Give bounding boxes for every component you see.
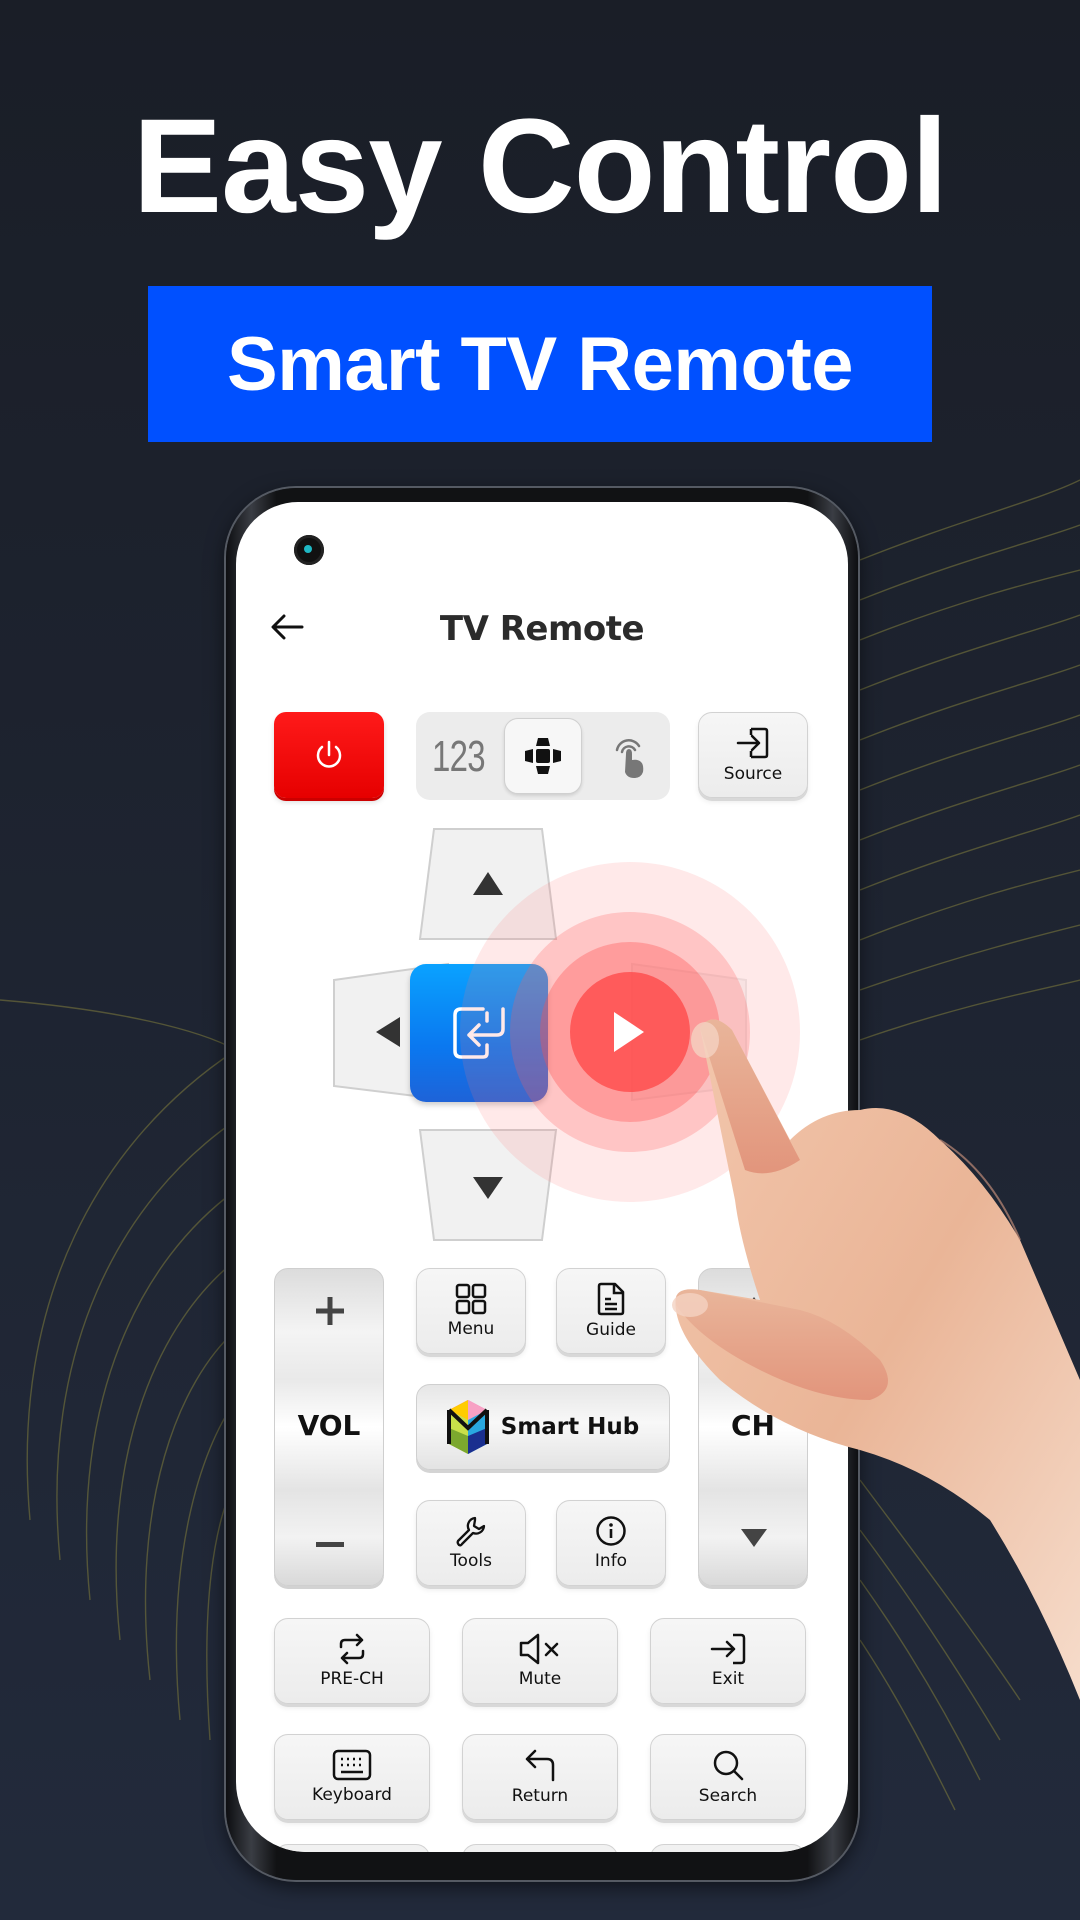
keyboard-label: Keyboard xyxy=(312,1785,392,1805)
pre-ch-label: PRE-CH xyxy=(320,1669,384,1689)
info-label: Info xyxy=(594,1551,628,1571)
mode-numpad-tab[interactable]: 123 xyxy=(432,732,486,782)
channel-down-button[interactable] xyxy=(699,1485,807,1585)
source-label: Source xyxy=(723,764,783,784)
guide-label: Guide xyxy=(586,1320,636,1340)
page-title: TV Remote xyxy=(439,609,645,649)
return-icon xyxy=(525,1749,555,1782)
info-button[interactable]: Info xyxy=(556,1500,666,1586)
phone-screen: TV Remote 123 Source VOL CH Menu Guide S… xyxy=(236,502,848,1852)
triangle-down-icon xyxy=(741,1529,767,1547)
promo-headline: Easy Control xyxy=(132,92,949,241)
promo-banner: Smart TV Remote xyxy=(148,286,932,442)
tools-button[interactable]: Tools xyxy=(416,1500,526,1586)
enter-icon xyxy=(453,1007,505,1059)
keyboard-icon xyxy=(332,1749,372,1781)
power-button[interactable] xyxy=(274,712,384,798)
volume-label: VOL xyxy=(297,1409,361,1442)
promo-banner-text: Smart TV Remote xyxy=(227,321,854,407)
touch-icon xyxy=(615,739,644,778)
info-icon xyxy=(596,1516,626,1546)
document-icon xyxy=(597,1282,625,1316)
return-button[interactable]: Return xyxy=(462,1734,618,1820)
smart-hub-label: Smart Hub xyxy=(500,1414,640,1440)
source-button[interactable]: Source xyxy=(698,712,808,798)
search-icon xyxy=(713,1750,744,1781)
smart-hub-logo-icon xyxy=(446,1400,489,1454)
plus-icon xyxy=(316,1297,344,1325)
return-label: Return xyxy=(511,1786,569,1806)
volume-up-button[interactable] xyxy=(275,1269,383,1369)
mute-icon xyxy=(519,1633,559,1665)
exit-icon xyxy=(710,1633,746,1665)
exit-button[interactable]: Exit xyxy=(650,1618,806,1704)
swap-icon xyxy=(339,1633,365,1665)
guide-button[interactable]: Guide xyxy=(556,1268,666,1354)
volume-down-button[interactable] xyxy=(275,1485,383,1585)
next-row-peek xyxy=(274,1844,808,1852)
mode-dpad-tab[interactable] xyxy=(504,718,582,794)
menu-button[interactable]: Menu xyxy=(416,1268,526,1354)
wrench-icon xyxy=(456,1516,486,1547)
exit-label: Exit xyxy=(711,1669,745,1689)
ok-enter-button[interactable] xyxy=(410,964,548,1102)
dpad-up-button[interactable] xyxy=(418,827,558,942)
search-button[interactable]: Search xyxy=(650,1734,806,1820)
channel-label: CH xyxy=(731,1409,775,1442)
channel-rocker: CH xyxy=(698,1268,808,1586)
pre-ch-button[interactable]: PRE-CH xyxy=(274,1618,430,1704)
triangle-up-icon xyxy=(741,1297,767,1315)
triangle-right-icon xyxy=(614,1012,644,1052)
mode-touchpad-tab[interactable] xyxy=(608,732,652,780)
smart-hub-button[interactable]: Smart Hub xyxy=(416,1384,670,1470)
channel-up-button[interactable] xyxy=(699,1269,807,1369)
dpad-icon xyxy=(525,738,561,774)
tools-label: Tools xyxy=(450,1551,492,1571)
mute-label: Mute xyxy=(518,1669,562,1689)
source-icon xyxy=(736,727,769,759)
mute-button[interactable]: Mute xyxy=(462,1618,618,1704)
input-mode-selector: 123 xyxy=(416,712,670,800)
search-label: Search xyxy=(698,1786,758,1806)
keyboard-button[interactable]: Keyboard xyxy=(274,1734,430,1820)
app-bar: TV Remote xyxy=(236,597,848,657)
volume-rocker: VOL xyxy=(274,1268,384,1586)
minus-icon xyxy=(316,1542,344,1547)
grid-icon xyxy=(455,1283,487,1315)
power-icon xyxy=(316,740,342,768)
menu-label: Menu xyxy=(447,1319,495,1339)
front-camera xyxy=(294,535,324,565)
dpad-down-button[interactable] xyxy=(418,1127,558,1242)
